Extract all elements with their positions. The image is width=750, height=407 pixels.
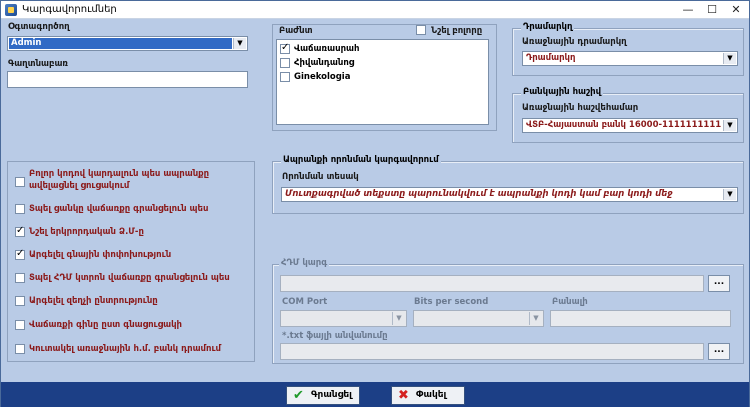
chevron-down-icon[interactable]: ▼ — [392, 312, 405, 325]
option-checkbox[interactable] — [15, 344, 25, 354]
save-button[interactable]: ✔ Գրանցել — [286, 386, 360, 405]
bank-account-select[interactable]: ՎՏԲ-Հայաստան բանկ 16000-1111111111 ▼ — [522, 118, 738, 133]
close-dialog-button[interactable]: ✖ Փակել — [391, 386, 465, 405]
fiscal-key-input[interactable] — [550, 310, 731, 327]
dialog-body: Օգտագործող Admin ▼ Գաղտնաբառ Բաժնտ Նշել … — [1, 20, 749, 382]
option-checkbox[interactable] — [15, 320, 25, 330]
option-label: ավելացնել ցուցակում — [29, 181, 130, 191]
option-checkbox[interactable] — [15, 177, 25, 187]
cash-desk-label: Առաջնային դրամարկղ — [522, 37, 627, 47]
department-checkbox[interactable] — [280, 72, 290, 82]
user-select[interactable]: Admin ▼ — [7, 36, 248, 51]
password-input[interactable] — [7, 71, 248, 88]
check-icon: ✔ — [293, 388, 304, 403]
list-item[interactable]: Վաճառասրահ — [280, 42, 360, 56]
search-type-label: Որոնման տեսակ — [282, 172, 359, 182]
chevron-down-icon[interactable]: ▼ — [723, 53, 736, 64]
bank-account-title: Բանկային հաշիվ — [521, 87, 604, 97]
close-dialog-label: Փակել — [416, 390, 447, 400]
close-button[interactable]: ✕ — [725, 2, 747, 17]
chevron-down-icon[interactable]: ▼ — [233, 38, 246, 49]
cash-desk-value: Դրամարկղ — [526, 53, 576, 63]
options-group — [7, 161, 255, 362]
department-label: Ginekologia — [294, 72, 351, 82]
option-checkbox[interactable] — [15, 248, 25, 260]
com-port-label: COM Port — [282, 297, 328, 307]
departments-title: Բաժնտ — [279, 26, 313, 36]
list-item[interactable]: Հիվանդանոց — [280, 58, 354, 70]
cash-desk-title: Դրամարկղ — [521, 22, 575, 32]
option-label: Արգելել զեղչի ընտրությունը — [29, 296, 158, 306]
list-item[interactable]: Ginekologia — [280, 72, 350, 84]
footer-bar — [1, 382, 749, 407]
option-checkbox[interactable] — [15, 296, 25, 306]
option-label: Տպել ցանկը վաճառքը գրանցելուն պես — [29, 204, 209, 214]
option-label: Տպել ՀԴՄ կտրոն վաճառքը գրանցելուն պես — [29, 273, 230, 283]
option-label: Նշել երկրորդական Ձ.Մ-ը — [29, 227, 144, 237]
departments-list[interactable]: Վաճառասրահ Հիվանդանոց Ginekologia — [276, 39, 489, 125]
fiscal-browse-button[interactable]: ... — [708, 275, 730, 292]
chevron-down-icon[interactable]: ▼ — [529, 312, 542, 325]
bank-account-label: Առաջնային հաշվեհամար — [522, 103, 639, 113]
option-checkbox[interactable] — [15, 273, 25, 283]
txt-file-label: *.txt ֆայլի անվանումը — [282, 331, 388, 341]
department-label: Հիվանդանոց — [294, 58, 355, 68]
department-checkbox[interactable] — [280, 42, 290, 54]
txt-browse-button[interactable]: ... — [708, 343, 730, 360]
cash-desk-select[interactable]: Դրամարկղ ▼ — [522, 51, 738, 66]
product-search-title: Ապրանքի որոնման կարգավորում — [281, 155, 441, 165]
show-all-label: Նշել բոլորը — [431, 26, 483, 36]
option-checkbox[interactable] — [15, 204, 25, 214]
txt-file-input[interactable] — [280, 343, 704, 360]
search-type-select[interactable]: Մուտքագրված տեքստը պարունակվում է ապրանք… — [281, 187, 738, 202]
cross-icon: ✖ — [398, 388, 409, 403]
com-port-select[interactable]: ▼ — [280, 310, 407, 327]
option-label: Արգելել գնային փոփոխություն — [29, 250, 172, 260]
settings-window: Կարգավորումներ — ☐ ✕ Օգտագործող Admin ▼ … — [0, 0, 750, 407]
window-title: Կարգավորումներ — [22, 4, 117, 15]
option-label: Կուտակել առաջնային հ.մ. բանկ դրամում — [29, 344, 222, 354]
maximize-button[interactable]: ☐ — [701, 2, 723, 17]
minimize-button[interactable]: — — [677, 2, 699, 17]
password-label: Գաղտնաբառ — [8, 59, 69, 69]
save-button-label: Գրանցել — [311, 390, 352, 400]
show-all-checkbox[interactable] — [416, 25, 426, 35]
fiscal-path-input[interactable] — [280, 275, 704, 292]
search-type-value: Մուտքագրված տեքստը պարունակվում է ապրանք… — [285, 189, 673, 199]
fiscal-title: ՀԴՄ կարգ — [279, 258, 330, 268]
user-label: Օգտագործող — [8, 22, 70, 32]
department-checkbox[interactable] — [280, 58, 290, 68]
chevron-down-icon[interactable]: ▼ — [723, 120, 736, 131]
user-value: Admin — [9, 38, 232, 49]
bits-per-second-select[interactable]: ▼ — [413, 310, 544, 327]
chevron-down-icon[interactable]: ▼ — [723, 189, 736, 200]
option-label: Վաճառքի գինը ըստ գնացուցակի — [29, 320, 182, 330]
title-bar: Կարգավորումներ — ☐ ✕ — [1, 1, 749, 19]
bank-account-value: ՎՏԲ-Հայաստան բանկ 16000-1111111111 — [526, 120, 721, 130]
option-checkbox[interactable] — [15, 225, 25, 237]
option-label: Բոլոր կոդով կարդալուն պես ապրանքը — [29, 169, 210, 179]
bits-per-second-label: Bits per second — [414, 297, 489, 307]
department-label: Վաճառասրահ — [294, 44, 360, 54]
fiscal-key-label: Բանալի — [552, 297, 588, 307]
app-icon — [5, 4, 17, 16]
